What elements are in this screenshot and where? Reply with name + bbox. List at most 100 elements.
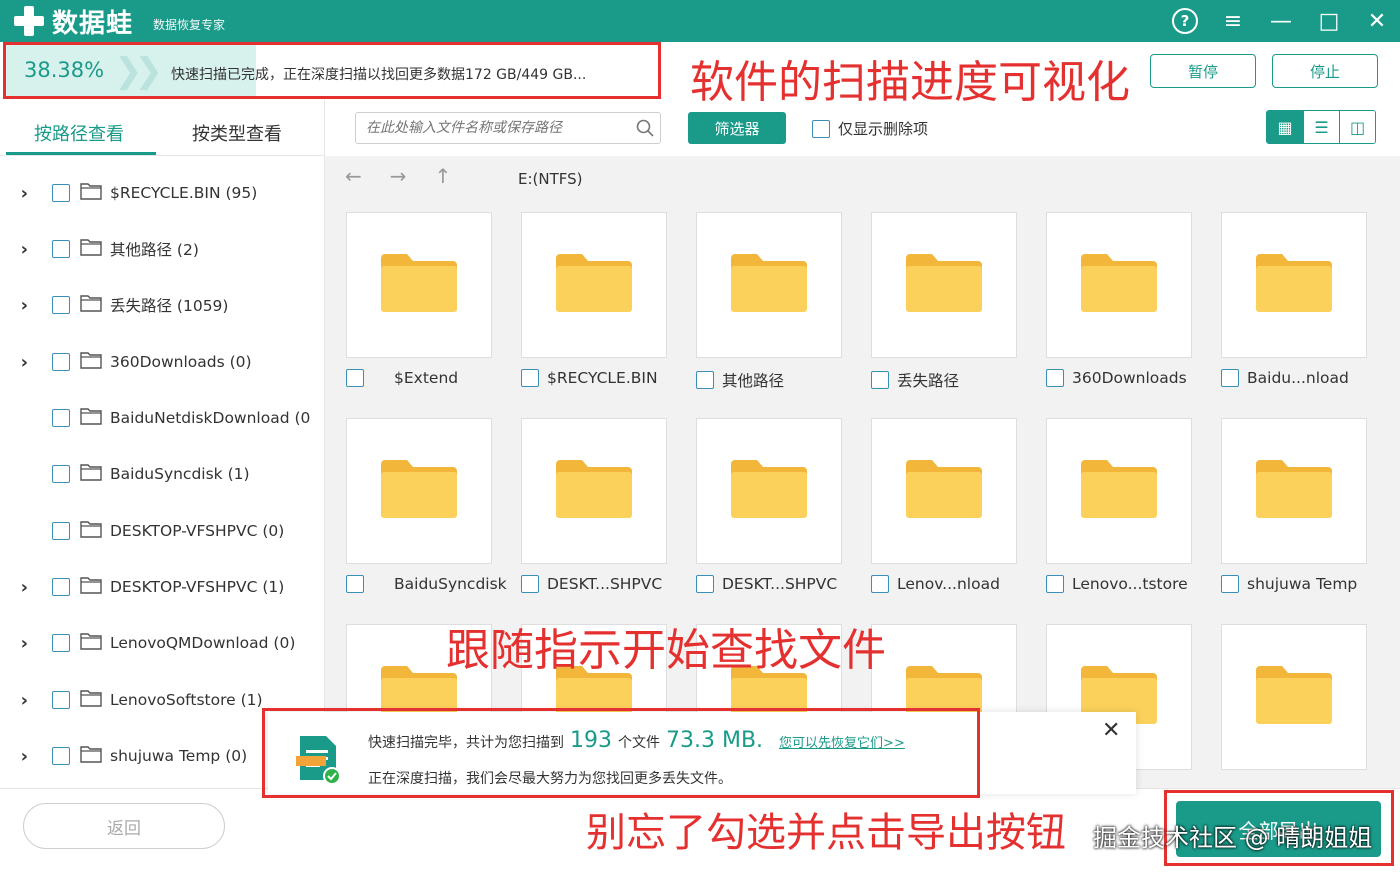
folder-checkbox[interactable] — [1046, 369, 1064, 387]
tree-item[interactable]: › LenovoQMDownload (0) — [0, 628, 296, 658]
folder-checkbox[interactable] — [1046, 575, 1064, 593]
expand-arrow-icon[interactable]: › — [0, 183, 34, 204]
back-button[interactable]: 返回 — [23, 803, 225, 849]
folder-tile-label[interactable]: DESKT...SHPVC — [696, 575, 837, 593]
expand-arrow-icon[interactable]: › — [0, 577, 34, 598]
back-arrow-icon[interactable]: ← — [345, 164, 362, 188]
folder-checkbox[interactable] — [346, 575, 364, 593]
folder-name: $RECYCLE.BIN — [547, 369, 658, 387]
toast-files-unit: 个文件 — [618, 735, 660, 751]
toast-close-icon[interactable]: ✕ — [1102, 718, 1120, 743]
expand-arrow-icon[interactable]: › — [0, 239, 34, 260]
search-icon[interactable] — [630, 119, 660, 137]
folder-tile-label[interactable]: 360Downloads — [1046, 369, 1187, 387]
folder-tile-label[interactable]: BaiduSyncdisk — [346, 575, 507, 593]
folder-tile-label[interactable]: 丢失路径 — [871, 369, 959, 391]
tree-item-checkbox[interactable] — [52, 634, 70, 652]
tree-item[interactable]: › shujuwa Temp (0) — [0, 741, 248, 771]
expand-arrow-icon[interactable]: › — [0, 633, 34, 654]
tree-item-checkbox[interactable] — [52, 184, 70, 202]
deleted-only-checkbox[interactable] — [812, 119, 830, 138]
folder-tile-label[interactable]: $Extend — [346, 369, 458, 387]
folder-checkbox[interactable] — [696, 575, 714, 593]
help-icon[interactable]: ? — [1172, 8, 1198, 34]
minimize-icon[interactable]: — — [1268, 8, 1294, 34]
tree-item-checkbox[interactable] — [52, 296, 70, 314]
folder-tile-label[interactable]: Baidu...nload — [1221, 369, 1349, 387]
folder-tile[interactable] — [1046, 418, 1192, 564]
folder-tile-label[interactable]: Lenov...nload — [871, 575, 1000, 593]
tree-item-checkbox[interactable] — [52, 691, 70, 709]
tree-item-checkbox[interactable] — [52, 747, 70, 765]
folder-tile-label[interactable]: DESKT...SHPVC — [521, 575, 662, 593]
expand-arrow-icon[interactable]: › — [0, 746, 34, 767]
folder-checkbox[interactable] — [1221, 369, 1239, 387]
folder-tile-label[interactable]: $RECYCLE.BIN — [521, 369, 658, 387]
tree-item-checkbox[interactable] — [52, 578, 70, 596]
folder-tile[interactable] — [1221, 418, 1367, 564]
detail-view-icon[interactable]: ◫ — [1339, 111, 1375, 143]
grid-view-icon[interactable]: ▦ — [1267, 111, 1303, 143]
tree-item-checkbox[interactable] — [52, 522, 70, 540]
expand-arrow-icon[interactable]: › — [0, 690, 34, 711]
tree-item[interactable]: DESKTOP-VFSHPVC (0) — [0, 516, 284, 546]
tree-item[interactable]: › 其他路径 (2) — [0, 234, 199, 264]
deleted-only-toggle[interactable]: 仅显示删除项 — [812, 118, 928, 139]
tree-item[interactable]: › LenovoSoftstore (1) — [0, 685, 263, 715]
expand-arrow-icon[interactable]: › — [0, 352, 34, 373]
tree-item[interactable]: › 丢失路径 (1059) — [0, 290, 229, 320]
up-arrow-icon[interactable]: ↑ — [435, 164, 452, 188]
tree-item-checkbox[interactable] — [52, 353, 70, 371]
folder-icon — [1254, 664, 1334, 730]
folder-tile[interactable] — [871, 418, 1017, 564]
tree-item[interactable]: BaiduNetdiskDownload (0 — [0, 403, 310, 433]
folder-tile-label[interactable]: Lenovo...tstore — [1046, 575, 1188, 593]
folder-checkbox[interactable] — [521, 575, 539, 593]
folder-tile[interactable] — [696, 418, 842, 564]
tree-item-checkbox[interactable] — [52, 240, 70, 258]
folder-tile-label[interactable]: shujuwa Temp — [1221, 575, 1357, 593]
folder-tile[interactable] — [1221, 624, 1367, 770]
expand-arrow-icon[interactable]: › — [0, 295, 34, 316]
list-view-icon[interactable]: ☰ — [1303, 111, 1339, 143]
folder-tile-label[interactable]: 其他路径 — [696, 369, 784, 391]
folder-tile[interactable] — [346, 418, 492, 564]
tree-item[interactable]: BaiduSyncdisk (1) — [0, 459, 250, 489]
tab-by-type[interactable]: 按类型查看 — [192, 120, 282, 146]
close-icon[interactable]: ✕ — [1364, 8, 1390, 34]
folder-tile[interactable] — [1046, 212, 1192, 358]
folder-tile[interactable] — [871, 212, 1017, 358]
folder-checkbox[interactable] — [346, 369, 364, 387]
folder-name: BaiduSyncdisk — [394, 575, 507, 593]
tree-item[interactable]: › 360Downloads (0) — [0, 347, 252, 377]
folder-outline-icon — [80, 689, 102, 711]
folder-tile[interactable] — [1221, 212, 1367, 358]
tree-item-checkbox[interactable] — [52, 465, 70, 483]
folder-checkbox[interactable] — [521, 369, 539, 387]
folder-checkbox[interactable] — [871, 371, 889, 389]
menu-icon[interactable]: ≡ — [1220, 8, 1246, 34]
folder-tile[interactable] — [521, 418, 667, 564]
stop-button[interactable]: 停止 — [1272, 54, 1378, 88]
tree-item[interactable]: › DESKTOP-VFSHPVC (1) — [0, 572, 285, 602]
folder-tile[interactable] — [521, 212, 667, 358]
maximize-icon[interactable]: □ — [1316, 8, 1342, 34]
search-input[interactable] — [356, 114, 630, 142]
pause-button[interactable]: 暂停 — [1150, 54, 1256, 88]
toast-deep-scan-text: 正在深度扫描，我们会尽最大努力为您找回更多丢失文件。 — [368, 771, 732, 787]
folder-tile[interactable] — [696, 212, 842, 358]
folder-checkbox[interactable] — [871, 575, 889, 593]
folder-outline-icon — [80, 182, 102, 204]
filter-button[interactable]: 筛选器 — [688, 112, 786, 144]
tree-item-checkbox[interactable] — [52, 409, 70, 427]
folder-checkbox[interactable] — [1221, 575, 1239, 593]
folder-tile[interactable] — [346, 212, 492, 358]
forward-arrow-icon[interactable]: → — [390, 164, 407, 188]
tree-item[interactable]: › $RECYCLE.BIN (95) — [0, 178, 258, 208]
folder-outline-icon — [80, 351, 102, 373]
recover-link[interactable]: 您可以先恢复它们>> — [779, 732, 905, 751]
folder-name: DESKT...SHPVC — [722, 575, 838, 593]
folder-checkbox[interactable] — [696, 371, 714, 389]
tree-item-label: 360Downloads (0) — [110, 353, 252, 371]
tab-by-path[interactable]: 按路径查看 — [34, 120, 124, 146]
